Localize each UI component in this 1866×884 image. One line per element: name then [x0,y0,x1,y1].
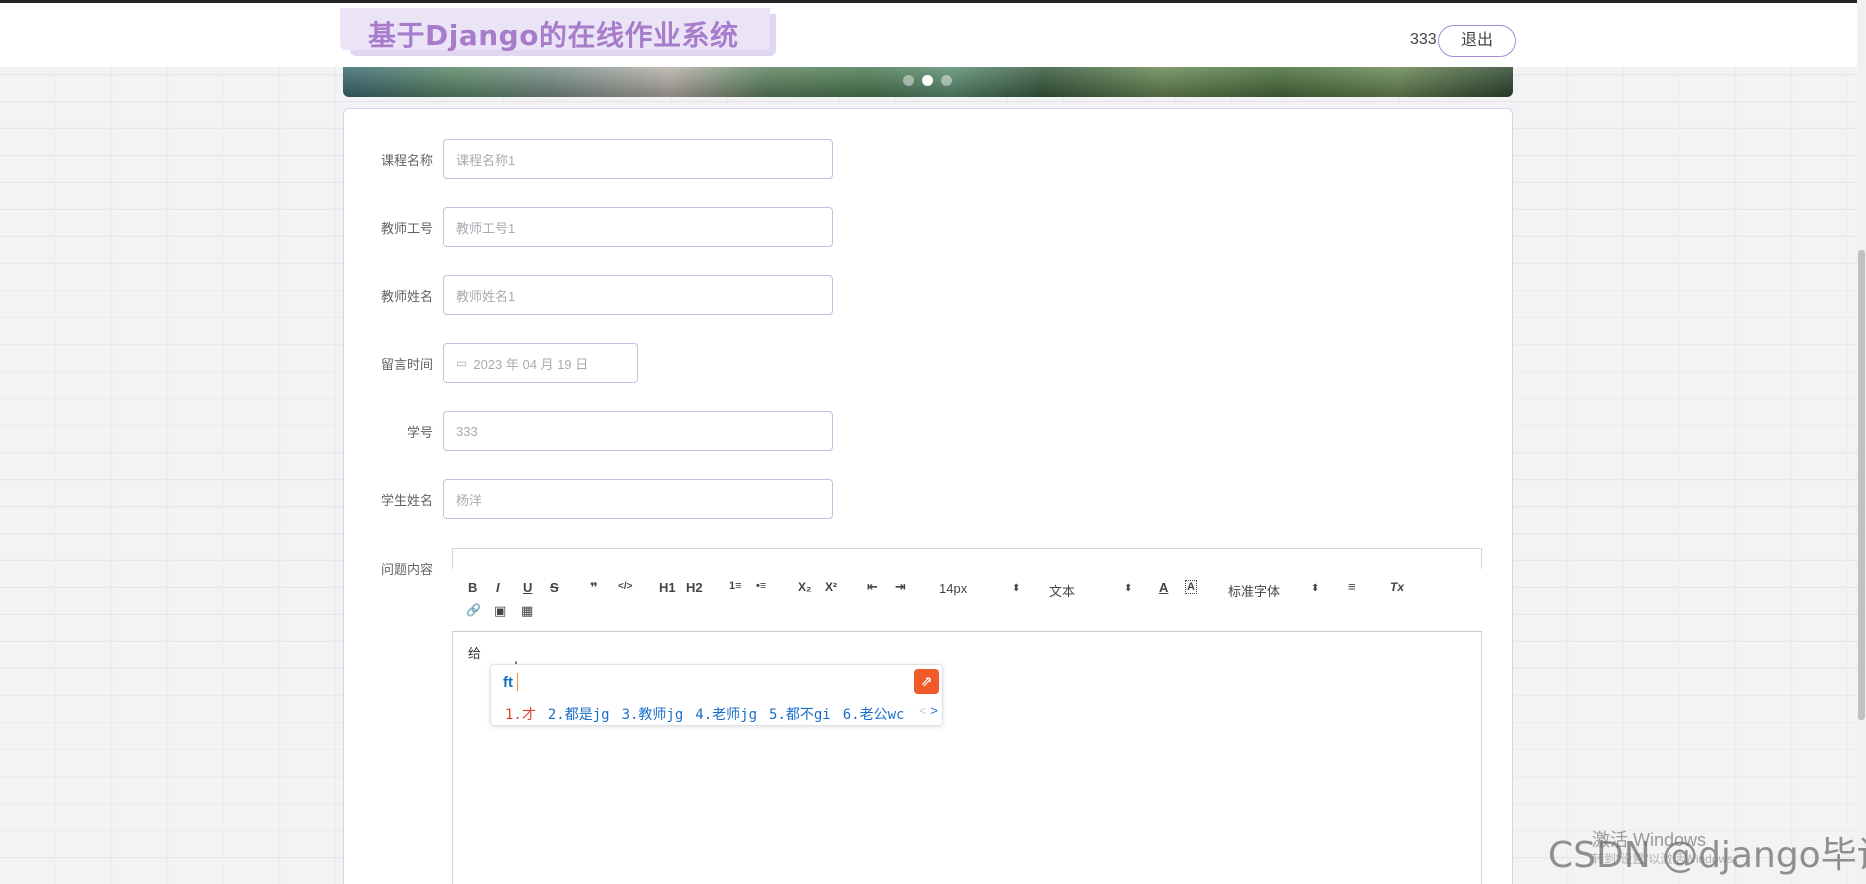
question-content-label: 问题内容 [380,562,433,577]
superscript-button[interactable]: X² [825,580,837,594]
student-name-label: 学生姓名 [380,492,433,508]
page-scrollbar-thumb[interactable] [1858,250,1865,720]
carousel-dot-active[interactable] [922,75,933,86]
form-row-course-name: 课程名称 课程名称1 [343,139,833,179]
blockquote-button[interactable]: ❞ [590,580,598,596]
teacher-id-input[interactable]: 教师工号1 [443,207,833,247]
indent-button[interactable]: ⇥ [895,579,906,595]
ime-caret [517,673,518,691]
ime-page-nav: < > [919,703,938,718]
link-icon[interactable]: 🔗 [466,603,481,617]
font-size-arrow-icon: ⬍ [1012,583,1021,594]
bullet-list-button[interactable]: •≡ [756,580,766,592]
message-time-label: 留言时间 [380,356,433,372]
clean-format-button[interactable]: Tx [1390,580,1404,594]
student-id-input[interactable]: 333 [443,411,833,451]
ime-candidate-window: ft ⇗ 1.才 2.都是jg 3.教师jg 4.老师jg 5.都不gi 6.老… [490,664,943,726]
image-icon[interactable]: ▣ [494,603,506,619]
form-row-student-id: 学号 333 [343,411,833,451]
course-name-label: 课程名称 [380,152,433,168]
font-family-select[interactable]: 标准字体 [1228,581,1280,600]
top-header [0,0,1866,67]
outdent-button[interactable]: ⇤ [867,579,878,595]
ime-next-icon[interactable]: > [930,703,938,718]
underline-button[interactable]: U [523,580,532,595]
ime-input-text: ft [503,674,513,691]
subscript-button[interactable]: X₂ [798,580,811,594]
form-row-teacher-id: 教师工号 教师工号1 [343,207,833,247]
course-name-input[interactable]: 课程名称1 [443,139,833,179]
bold-button[interactable]: B [468,580,477,595]
background-color-icon[interactable]: A [1185,580,1197,594]
carousel-dot[interactable] [903,75,914,86]
ordered-list-button[interactable]: 1≡ [729,580,742,592]
form-row-message-time: 留言时间 ▭ 2023 年 04 月 19 日 [343,343,638,383]
carousel-dot[interactable] [941,75,952,86]
form-row-student-name: 学生姓名 杨洋 [343,479,833,519]
ime-candidate[interactable]: 2.都是jg [548,704,610,724]
header-select[interactable]: 文本 [1049,581,1075,600]
editor-text[interactable]: 给 [468,643,481,662]
csdn-watermark: CSDN @django毕设 [1548,835,1866,876]
calendar-icon: ▭ [456,356,468,370]
h1-button[interactable]: H1 [659,580,676,595]
teacher-name-input[interactable]: 教师姓名1 [443,275,833,315]
font-family-arrow-icon: ⬍ [1311,583,1320,594]
strike-button[interactable]: S [550,580,559,595]
student-id-label: 学号 [406,424,433,440]
ime-logo-icon[interactable]: ⇗ [914,669,939,694]
ime-candidate[interactable]: 6.老公wc [843,704,905,724]
site-title: 基于Django的在线作业系统 [368,19,739,52]
ime-candidate[interactable]: 3.教师jg [622,704,684,724]
ime-candidate[interactable]: 5.都不gi [769,704,831,724]
message-time-picker[interactable]: ▭ 2023 年 04 月 19 日 [443,343,638,383]
form-row-teacher-name: 教师姓名 教师姓名1 [343,275,833,315]
ime-candidate-list: 1.才 2.都是jg 3.教师jg 4.老师jg 5.都不gi 6.老公wc [505,704,904,724]
teacher-id-label: 教师工号 [380,220,433,236]
title-background: 基于Django的在线作业系统 [340,8,770,52]
message-time-value: 2023 年 04 月 19 日 [473,356,589,372]
font-size-select[interactable]: 14px [939,581,967,596]
h2-button[interactable]: H2 [686,580,703,595]
italic-button[interactable]: I [496,580,500,595]
text-color-icon[interactable]: A [1159,580,1168,595]
ime-candidate[interactable]: 1.才 [505,704,536,724]
teacher-name-label: 教师姓名 [380,288,433,304]
student-name-input[interactable]: 杨洋 [443,479,833,519]
form-row-question: 问题内容 [343,547,443,587]
ime-prev-icon[interactable]: < [919,703,927,718]
ime-candidate[interactable]: 4.老师jg [695,704,757,724]
site-title-box: 基于Django的在线作业系统 [340,4,776,56]
align-button[interactable]: ≡ [1348,579,1356,594]
username-label: 333 [1410,31,1437,48]
code-block-button[interactable]: </> [618,581,632,592]
carousel-indicators [903,75,952,86]
editor-top-strip [452,548,1482,570]
editor-toolbar: B I U S ❞ </> H1 H2 1≡ •≡ X₂ X² ⇤ ⇥ 14px… [452,569,1482,632]
video-icon[interactable]: ▦ [521,603,533,619]
logout-button[interactable]: 退出 [1438,25,1516,57]
header-arrow-icon: ⬍ [1124,583,1133,594]
